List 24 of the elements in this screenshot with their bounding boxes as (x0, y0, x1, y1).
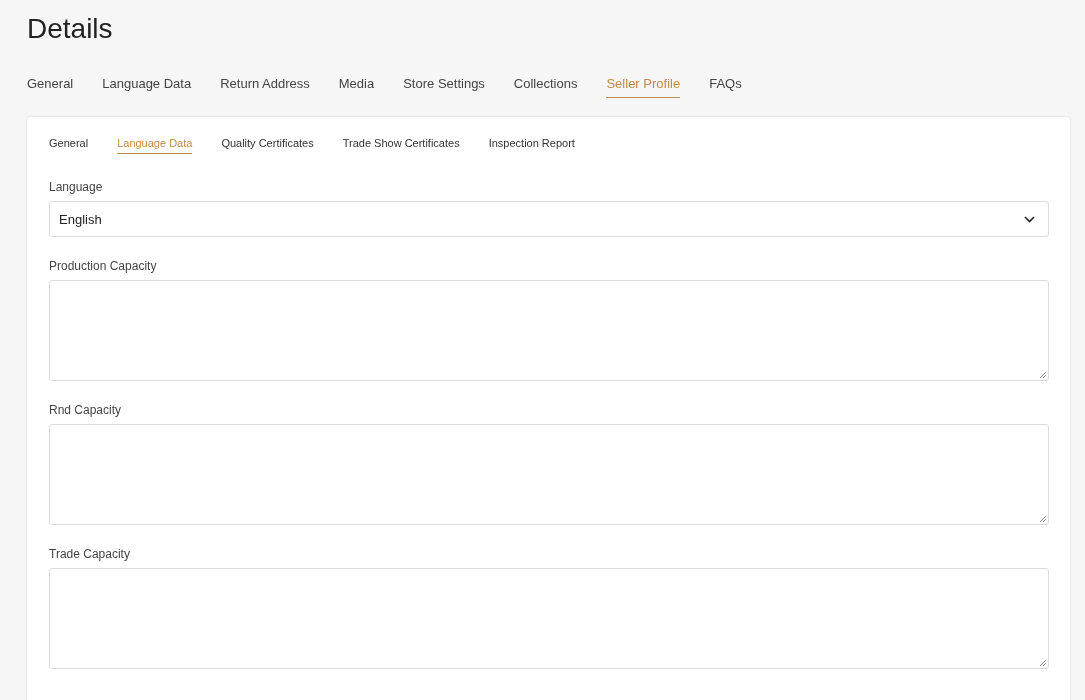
tab[interactable]: Return Address (220, 76, 310, 98)
tab[interactable]: General (27, 76, 74, 98)
resize-handle-icon (1039, 659, 1047, 667)
subtab[interactable]: Trade Show Certificates (342, 137, 460, 154)
text-area[interactable] (49, 568, 1049, 669)
resize-handle-icon (1039, 515, 1047, 523)
subtab[interactable]: General (49, 137, 89, 154)
field-label: Language (49, 180, 103, 194)
page-title: Details (27, 12, 114, 46)
subtab[interactable]: Quality Certificates (221, 137, 314, 154)
field-label: Rnd Capacity (49, 403, 122, 417)
tab[interactable]: Media (338, 76, 375, 98)
tab[interactable]: FAQs (709, 76, 742, 98)
subtab[interactable]: Inspection Report (488, 137, 575, 154)
tab[interactable]: Store Settings (403, 76, 485, 98)
text-area[interactable] (49, 424, 1049, 525)
field-label: Trade Capacity (49, 547, 130, 561)
tab[interactable]: Collections (513, 76, 578, 98)
field-label: Production Capacity (49, 259, 157, 273)
chevron-down-icon (1024, 215, 1035, 223)
resize-handle-icon (1039, 371, 1047, 379)
text-area[interactable] (49, 280, 1049, 381)
language-select[interactable]: English (49, 201, 1049, 237)
tab[interactable]: Language Data (102, 76, 192, 98)
